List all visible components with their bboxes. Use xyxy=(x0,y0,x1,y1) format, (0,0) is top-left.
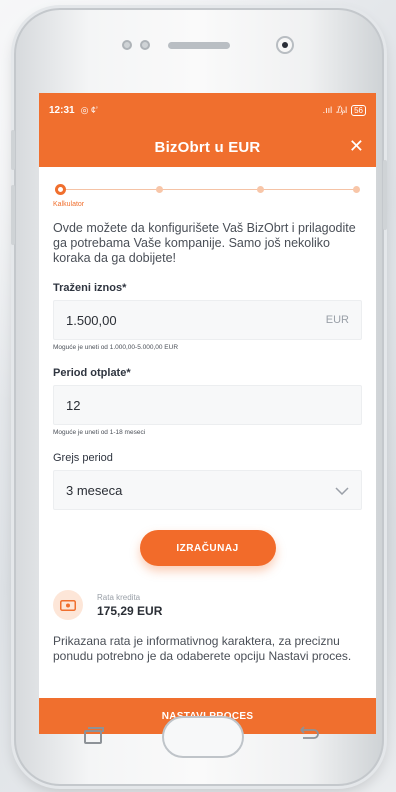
loan-installment: Rata kredita 175,29 EUR xyxy=(53,590,362,620)
notification-icons: ◎ ¢’ xyxy=(80,104,98,115)
installment-label: Rata kredita xyxy=(97,592,141,602)
phone-frame: 12:31 ◎ ¢’ .ııl ₯l 56 BizObrt u EUR ✕ Ka… xyxy=(11,8,387,786)
earpiece-speaker xyxy=(168,42,230,49)
installment-amount: 175,29 EUR xyxy=(97,603,163,618)
step-dot xyxy=(353,186,360,193)
progress-stepper: Kalkulator xyxy=(53,181,362,211)
calculate-button[interactable]: IZRAČUNAJ xyxy=(139,530,276,566)
front-camera-icon xyxy=(276,36,294,54)
power-button xyxy=(383,160,387,230)
stepper-line xyxy=(63,189,356,190)
phone-nav-bar xyxy=(16,714,382,764)
main-content: Kalkulator Ovde možete da konfigurišete … xyxy=(39,167,376,663)
sensor-dot-icon xyxy=(140,40,150,50)
amount-label: Traženi iznos* xyxy=(53,282,127,294)
period-input[interactable]: 12 xyxy=(53,385,362,425)
close-icon[interactable]: ✕ xyxy=(349,135,364,157)
recent-apps-icon[interactable] xyxy=(84,727,104,744)
phone-top-bar xyxy=(16,36,382,54)
step-label: Kalkulator xyxy=(53,201,85,208)
signal-icon: .ııl xyxy=(322,105,333,115)
step-dot xyxy=(156,186,163,193)
volume-down-button xyxy=(11,185,15,245)
app-header: BizObrt u EUR ✕ xyxy=(39,127,376,167)
grace-period-select[interactable]: 3 meseca xyxy=(53,470,362,510)
grace-label: Grejs period xyxy=(53,452,113,464)
period-value: 12 xyxy=(66,397,81,413)
amount-value: 1.500,00 xyxy=(66,312,117,328)
back-icon[interactable] xyxy=(298,726,320,745)
sensor-dot-icon xyxy=(122,40,132,50)
disclaimer-text: Prikazana rata je informativnog karakter… xyxy=(53,634,352,663)
home-button[interactable] xyxy=(162,716,244,758)
step-dot xyxy=(257,186,264,193)
volume-up-button xyxy=(11,130,15,170)
status-right: .ııl ₯l 56 xyxy=(322,104,366,116)
grace-value: 3 meseca xyxy=(66,482,123,498)
money-icon xyxy=(53,590,83,620)
signal-icon-2: ₯l xyxy=(336,105,348,115)
app-screen: 12:31 ◎ ¢’ .ııl ₯l 56 BizObrt u EUR ✕ Ka… xyxy=(39,93,376,734)
amount-hint: Moguće je uneti od 1.000,00-5.000,00 EUR xyxy=(53,344,179,351)
installment-text: Rata kredita 175,29 EUR xyxy=(97,593,162,618)
amount-input[interactable]: 1.500,00 EUR xyxy=(53,300,362,340)
page-title: BizObrt u EUR xyxy=(154,138,261,156)
period-hint: Moguće je uneti od 1-18 meseci xyxy=(53,429,146,436)
status-bar: 12:31 ◎ ¢’ .ııl ₯l 56 xyxy=(39,93,376,127)
period-label: Period otplate* xyxy=(53,367,131,379)
chevron-down-icon xyxy=(335,482,349,498)
intro-text: Ovde možete da konfigurišete Vaš BizObrt… xyxy=(53,221,356,265)
status-time: 12:31 xyxy=(49,104,75,116)
currency-suffix: EUR xyxy=(325,314,349,326)
step-dot-active xyxy=(55,184,66,195)
battery-icon: 56 xyxy=(351,104,366,116)
